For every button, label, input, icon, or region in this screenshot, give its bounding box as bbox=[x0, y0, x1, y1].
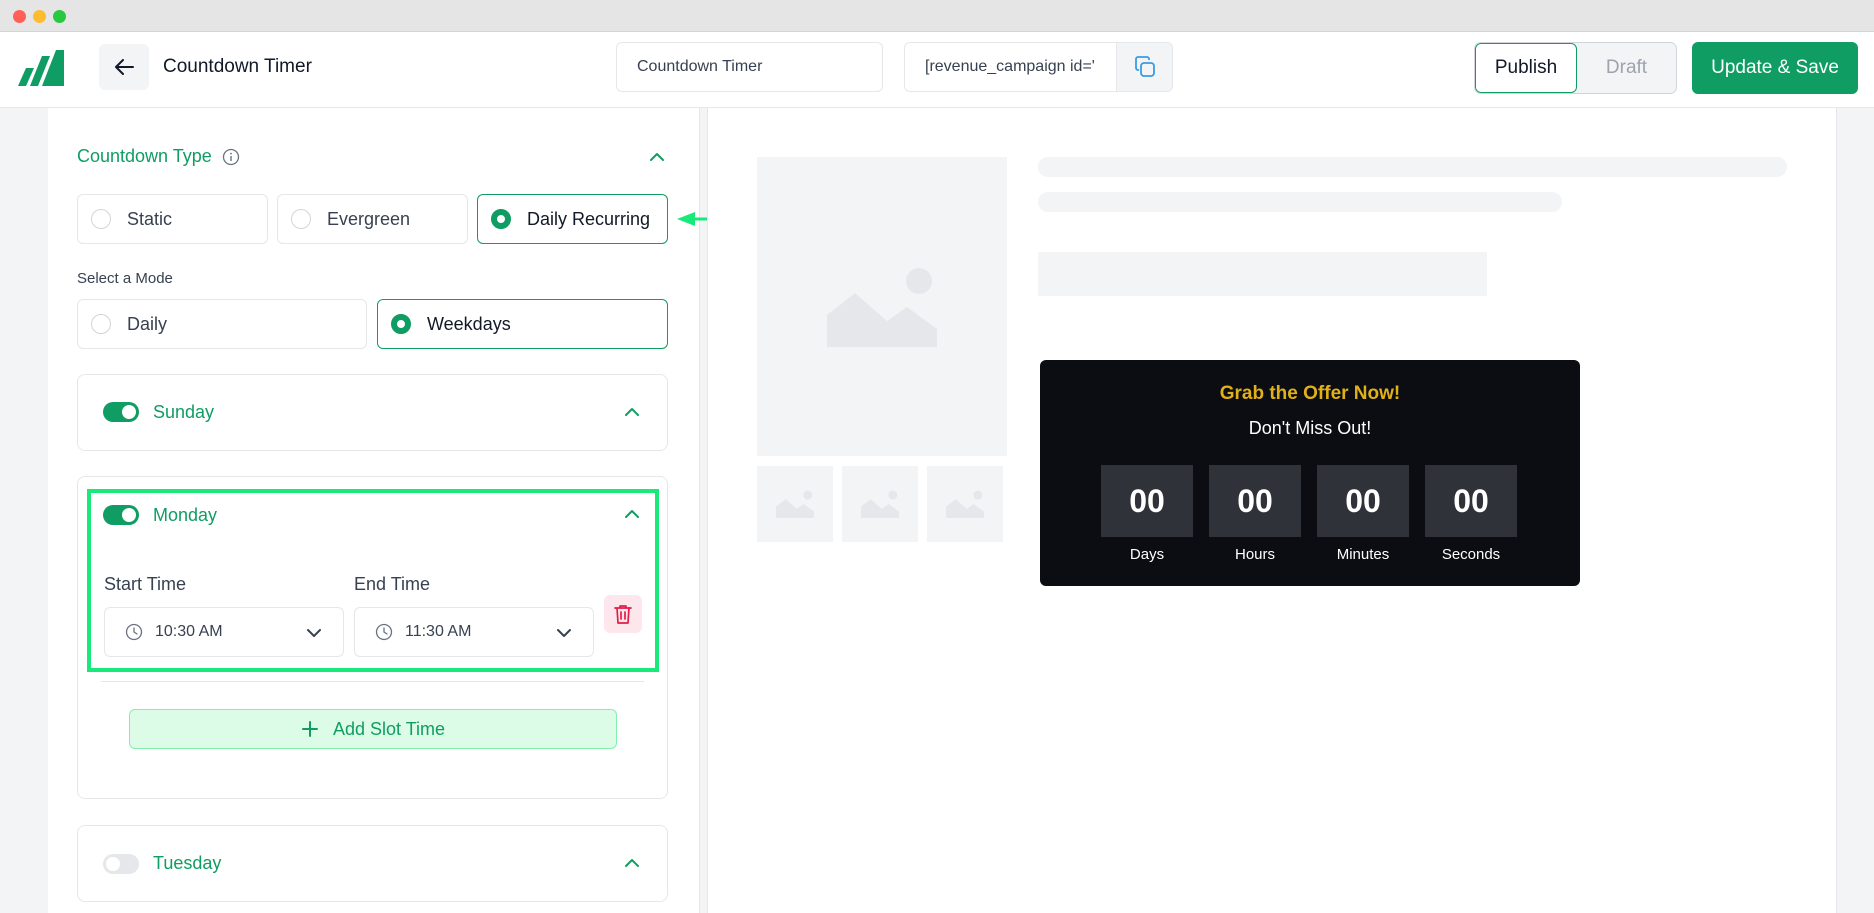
end-time-select[interactable]: 11:30 AM bbox=[354, 607, 594, 657]
publish-status-toggle: Publish Draft bbox=[1474, 42, 1677, 94]
timer-seconds-label: Seconds bbox=[1441, 546, 1501, 563]
thumbnail-placeholder bbox=[757, 466, 833, 542]
skeleton-line bbox=[1038, 192, 1562, 212]
shortcode-text[interactable]: [revenue_campaign id=' bbox=[905, 43, 1116, 91]
countdown-type-title: Countdown Type bbox=[77, 146, 212, 166]
timer-headline: Grab the Offer Now! bbox=[1219, 383, 1401, 404]
radio-evergreen bbox=[291, 209, 311, 229]
timer-minutes-label: Minutes bbox=[1336, 546, 1390, 563]
app-logo-icon bbox=[16, 42, 68, 94]
sunday-toggle[interactable] bbox=[103, 402, 139, 422]
slot-divider bbox=[101, 681, 644, 682]
arrow-left-icon bbox=[115, 59, 134, 75]
day-label-tuesday: Tuesday bbox=[153, 853, 222, 873]
image-icon bbox=[827, 267, 937, 347]
mode-option-daily-label: Daily bbox=[127, 313, 168, 334]
timer-hours-value: 00 bbox=[1209, 465, 1301, 537]
radio-daily-recurring bbox=[491, 209, 511, 229]
monday-chevron-up-icon[interactable] bbox=[623, 505, 641, 523]
copy-shortcode-button[interactable] bbox=[1116, 43, 1172, 91]
product-image-placeholder bbox=[757, 157, 1007, 456]
timer-seconds-value: 00 bbox=[1425, 465, 1517, 537]
update-save-button[interactable]: Update & Save bbox=[1692, 42, 1858, 94]
mode-option-weekdays[interactable]: Weekdays bbox=[377, 299, 668, 349]
thumbnail-placeholder bbox=[842, 466, 918, 542]
shortcode-field: [revenue_campaign id=' bbox=[904, 42, 1173, 92]
start-time-select[interactable]: 10:30 AM bbox=[104, 607, 344, 657]
type-option-static[interactable]: Static bbox=[77, 194, 268, 244]
draft-button[interactable]: Draft bbox=[1577, 43, 1676, 93]
end-time-label: End Time bbox=[354, 574, 431, 594]
select-mode-label: Select a Mode bbox=[77, 270, 173, 287]
trash-icon bbox=[614, 605, 632, 624]
radio-daily bbox=[91, 314, 111, 334]
clock-icon bbox=[125, 623, 143, 641]
type-option-static-label: Static bbox=[127, 208, 173, 229]
countdown-timer-widget: Grab the Offer Now! Don't Miss Out! 00 0… bbox=[1040, 360, 1580, 586]
sunday-chevron-up-icon[interactable] bbox=[623, 403, 641, 421]
timer-days-value: 00 bbox=[1101, 465, 1193, 537]
back-button[interactable] bbox=[99, 44, 149, 90]
radio-weekdays bbox=[391, 314, 411, 334]
timer-subheadline: Don't Miss Out! bbox=[1248, 418, 1372, 438]
minimize-window-button[interactable] bbox=[33, 10, 46, 23]
thumbnail-placeholder bbox=[927, 466, 1003, 542]
timer-minutes-value: 00 bbox=[1317, 465, 1409, 537]
campaign-name-input[interactable] bbox=[616, 42, 883, 92]
plus-icon bbox=[301, 721, 318, 737]
mode-option-weekdays-label: Weekdays bbox=[427, 313, 511, 334]
skeleton-block bbox=[1038, 252, 1487, 296]
delete-slot-button[interactable] bbox=[604, 595, 642, 633]
collapse-countdown-type-chevron-up-icon[interactable] bbox=[648, 148, 666, 166]
day-label-monday: Monday bbox=[153, 505, 218, 525]
chevron-down-icon bbox=[307, 629, 321, 637]
copy-icon bbox=[1134, 56, 1155, 77]
type-option-daily-recurring-label: Daily Recurring bbox=[527, 208, 651, 229]
day-label-sunday: Sunday bbox=[153, 402, 215, 422]
add-slot-time-label: Add Slot Time bbox=[332, 718, 446, 739]
end-time-value: 11:30 AM bbox=[405, 623, 472, 640]
timer-hours-label: Hours bbox=[1234, 546, 1275, 563]
maximize-window-button[interactable] bbox=[53, 10, 66, 23]
monday-toggle[interactable] bbox=[103, 505, 139, 525]
add-slot-time-button[interactable]: Add Slot Time bbox=[129, 709, 617, 749]
tuesday-chevron-up-icon[interactable] bbox=[623, 854, 641, 872]
timer-days-label: Days bbox=[1129, 546, 1165, 563]
start-time-label: Start Time bbox=[104, 574, 187, 594]
chevron-down-icon bbox=[557, 629, 571, 637]
info-icon[interactable] bbox=[222, 148, 240, 166]
publish-button[interactable]: Publish bbox=[1475, 43, 1577, 93]
start-time-value: 10:30 AM bbox=[155, 623, 223, 640]
countdown-type-header[interactable]: Countdown Type bbox=[77, 146, 240, 167]
page-title: Countdown Timer bbox=[163, 56, 312, 77]
image-icon bbox=[861, 490, 899, 518]
app-header: Countdown Timer [revenue_campaign id=' P… bbox=[0, 32, 1874, 108]
clock-icon bbox=[375, 623, 393, 641]
close-window-button[interactable] bbox=[13, 10, 26, 23]
radio-static bbox=[91, 209, 111, 229]
window-titlebar bbox=[0, 0, 1874, 32]
type-option-evergreen-label: Evergreen bbox=[327, 208, 411, 229]
image-icon bbox=[776, 490, 814, 518]
skeleton-line bbox=[1038, 157, 1787, 177]
tuesday-toggle[interactable] bbox=[103, 854, 139, 874]
type-option-evergreen[interactable]: Evergreen bbox=[277, 194, 468, 244]
mode-option-daily[interactable]: Daily bbox=[77, 299, 367, 349]
image-icon bbox=[946, 490, 984, 518]
type-option-daily-recurring[interactable]: Daily Recurring bbox=[477, 194, 668, 244]
